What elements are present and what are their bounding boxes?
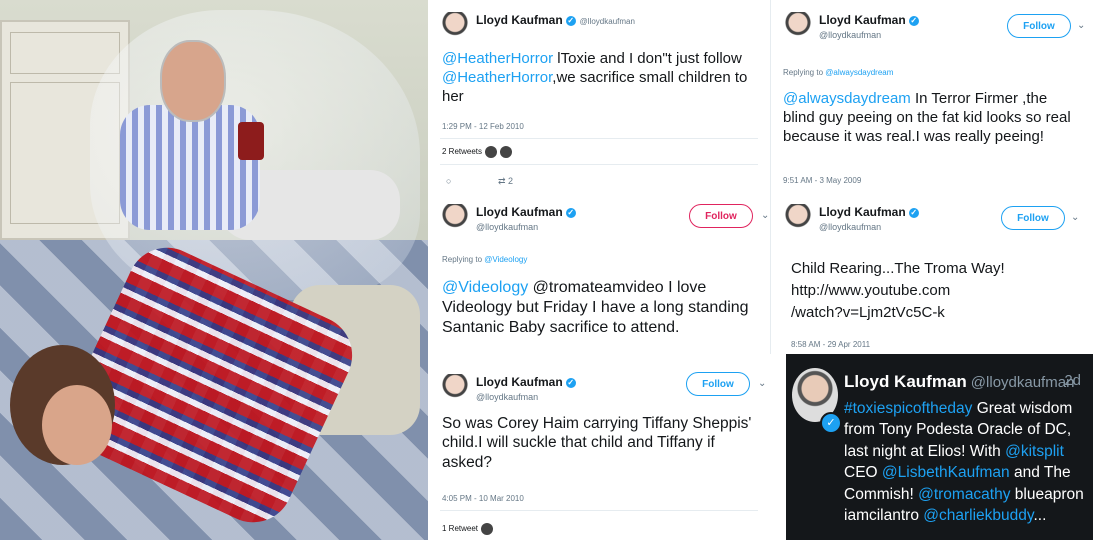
author-name[interactable]: Lloyd Kaufman ✓ [819, 205, 919, 219]
chevron-down-icon[interactable]: ⌄ [1071, 212, 1079, 223]
tweet-timestamp[interactable]: 4:05 PM - 10 Mar 2010 [442, 494, 524, 503]
mention-link[interactable]: @HeatherHorror [442, 69, 552, 86]
mention-link[interactable]: @LisbethKaufman [882, 464, 1010, 481]
divider [440, 138, 758, 139]
tweet-text: Child Rearing...The Troma Way! http://ww… [791, 258, 1081, 323]
chevron-down-icon[interactable]: ⌄ [758, 378, 766, 389]
tweet-text: So was Corey Haim carrying Tiffany Shepp… [442, 415, 752, 471]
follow-button[interactable]: Follow [686, 372, 750, 396]
follow-button[interactable]: Follow [689, 204, 753, 228]
author-handle: @lloydkaufman [819, 222, 882, 232]
mention-link[interactable]: @alwaysdaydream [783, 90, 911, 107]
tweet-link[interactable]: /watch?v=Ljm2tVc5C-k [791, 302, 1081, 324]
author-handle: @lloydkaufman [476, 222, 539, 232]
retweet-icon[interactable]: ⇄ 2 [498, 176, 513, 187]
avatar[interactable] [785, 204, 811, 234]
mention-link[interactable]: @Videology [442, 279, 528, 296]
author-name[interactable]: Lloyd Kaufman ✓ [819, 13, 919, 27]
tweet-timestamp[interactable]: 8:58 AM - 29 Apr 2011 [791, 340, 870, 349]
tweet-text: @Videology @tromateamvideo I love Videol… [442, 279, 749, 336]
mention-link[interactable]: @kitsplit [1005, 443, 1064, 460]
follow-button[interactable]: Follow [1001, 206, 1065, 230]
replying-to: Replying to @Videology [442, 255, 528, 264]
verified-badge-icon: ✓ [908, 207, 919, 218]
author-handle: @lloydkaufman [579, 17, 635, 26]
avatar[interactable] [785, 12, 811, 42]
hashtag-link[interactable]: #toxiespicoftheday [844, 400, 972, 417]
author-name[interactable]: Lloyd Kaufman ✓ @lloydkaufman [476, 13, 635, 27]
mention-link[interactable]: @tromacathy [918, 486, 1010, 503]
verified-badge-icon: ✓ [565, 15, 576, 26]
photo-man-head [160, 40, 226, 122]
divider [440, 510, 758, 511]
replying-to: Replying to @alwaysdaydream [783, 68, 894, 77]
replying-to-link[interactable]: @alwaysdaydream [825, 68, 893, 77]
verified-badge-icon: ✓ [908, 15, 919, 26]
author-name[interactable]: Lloyd Kaufman @lloydkaufman [844, 372, 1074, 392]
divider [440, 164, 758, 165]
retweet-count[interactable]: 1 Retweet [442, 523, 494, 535]
tweet-link[interactable]: http://www.youtube.com [791, 280, 1081, 302]
tweet-timestamp[interactable]: 9:51 AM - 3 May 2009 [783, 176, 861, 185]
tweet-header: Lloyd Kaufman ✓ @lloydkaufman [442, 12, 760, 48]
author-name[interactable]: Lloyd Kaufman ✓ [476, 205, 576, 219]
chevron-down-icon[interactable]: ⌄ [1077, 20, 1085, 31]
tweet-timestamp[interactable]: 1:29 PM - 12 Feb 2010 [442, 122, 524, 131]
chevron-down-icon[interactable]: ⌄ [761, 210, 769, 221]
retweeter-avatar[interactable] [481, 523, 494, 535]
author-handle: @lloydkaufman [819, 30, 882, 40]
retweeter-avatar[interactable] [485, 146, 498, 158]
retweet-count[interactable]: 2 Retweets [442, 146, 513, 158]
tweet-age[interactable]: 2d [1064, 372, 1081, 389]
avatar[interactable] [442, 12, 468, 42]
replying-to-link[interactable]: @Videology [484, 255, 527, 264]
tweet-4: Lloyd Kaufman ✓ @lloydkaufman Follow ⌄ Re… [770, 0, 1093, 192]
follow-button[interactable]: Follow [1007, 14, 1071, 38]
reply-icon[interactable]: ○ [446, 176, 451, 186]
verified-badge-icon: ✓ [820, 412, 842, 434]
avatar[interactable] [442, 374, 468, 404]
tweet-1: Lloyd Kaufman ✓ @lloydkaufman @HeatherHorr… [428, 0, 770, 192]
tweet-text: @HeatherHorror lToxie and I don"t just f… [442, 50, 748, 105]
mention-link[interactable]: @charliekbuddy [923, 507, 1033, 524]
tweet-3: Lloyd Kaufman ✓ @lloydkaufman Follow ⌄ So… [428, 362, 770, 540]
author-handle: @lloydkaufman [476, 392, 539, 402]
author-handle: @lloydkaufman [970, 374, 1075, 391]
photo-boy-face [42, 385, 112, 465]
photo-lloyd-and-boy [0, 0, 428, 540]
tweet-5: Lloyd Kaufman ✓ @lloydkaufman Follow ⌄ Ch… [770, 192, 1093, 354]
tweet-text: #toxiespicoftheday Great wisdom from Ton… [844, 400, 1084, 524]
tweet-line: Child Rearing...The Troma Way! [791, 260, 1005, 277]
retweeter-avatar[interactable] [500, 146, 513, 158]
mention-link[interactable]: @HeatherHorror [442, 50, 553, 67]
verified-badge-icon: ✓ [565, 377, 576, 388]
author-name[interactable]: Lloyd Kaufman ✓ [476, 375, 576, 389]
verified-badge-icon: ✓ [565, 207, 576, 218]
tweet-2: Lloyd Kaufman ✓ @lloydkaufman Follow ⌄ Re… [428, 192, 770, 362]
tweet-text: @alwaysdaydream In Terror Firmer ,the bl… [783, 90, 1071, 145]
photo-cup [238, 122, 264, 160]
avatar[interactable] [442, 204, 468, 234]
tweet-6-dark: ✓ Lloyd Kaufman @lloydkaufman 2d #toxiesp… [786, 354, 1093, 540]
